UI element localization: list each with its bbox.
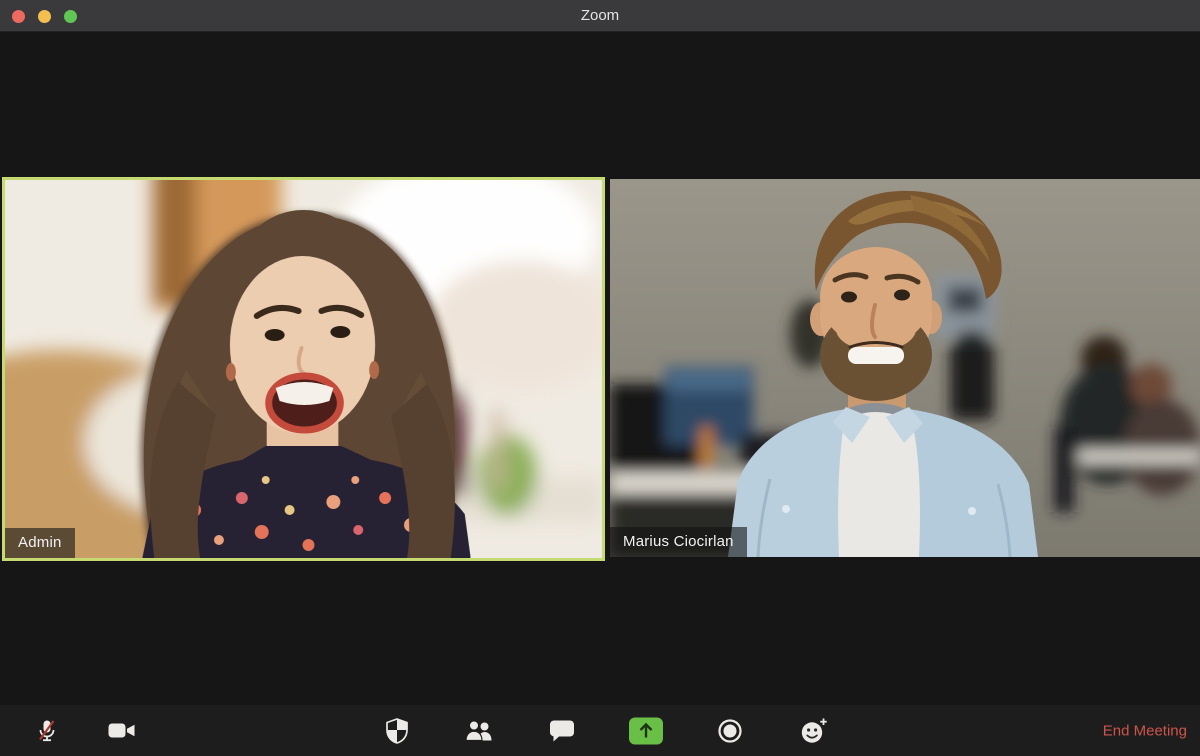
meeting-toolbar: End Meeting	[0, 705, 1200, 756]
smiley-plus-icon	[799, 717, 829, 745]
video-camera-icon	[107, 720, 137, 742]
share-screen-button[interactable]	[629, 717, 663, 744]
record-circle-icon	[716, 717, 744, 745]
fullscreen-button[interactable]	[64, 10, 77, 23]
record-button[interactable]	[716, 717, 744, 745]
participants-button[interactable]	[464, 719, 496, 743]
video-tile-marius[interactable]: Marius Ciocirlan	[610, 179, 1200, 557]
participant-name-admin: Admin	[5, 528, 75, 558]
microphone-muted-icon	[33, 717, 61, 745]
share-screen-up-arrow-icon	[638, 722, 654, 740]
security-button[interactable]	[383, 717, 411, 745]
window-title: Zoom	[0, 7, 1200, 24]
reactions-button[interactable]	[799, 717, 829, 745]
shield-icon	[383, 717, 411, 745]
participant-name-marius: Marius Ciocirlan	[610, 527, 747, 557]
video-button[interactable]	[107, 720, 137, 742]
chat-bubble-icon	[548, 718, 576, 744]
admin-video-feed	[5, 180, 602, 558]
close-button[interactable]	[12, 10, 25, 23]
chat-button[interactable]	[548, 718, 576, 744]
participants-icon	[464, 719, 496, 743]
share-screen-pill	[629, 717, 663, 744]
minimize-button[interactable]	[38, 10, 51, 23]
zoom-window: Zoom	[0, 0, 1200, 756]
traffic-lights	[12, 0, 77, 32]
video-tile-admin[interactable]: Admin	[2, 177, 605, 561]
mute-button[interactable]	[33, 717, 61, 745]
marius-video-feed	[610, 179, 1200, 557]
title-bar: Zoom	[0, 0, 1200, 32]
end-meeting-button[interactable]: End Meeting	[1103, 722, 1187, 739]
